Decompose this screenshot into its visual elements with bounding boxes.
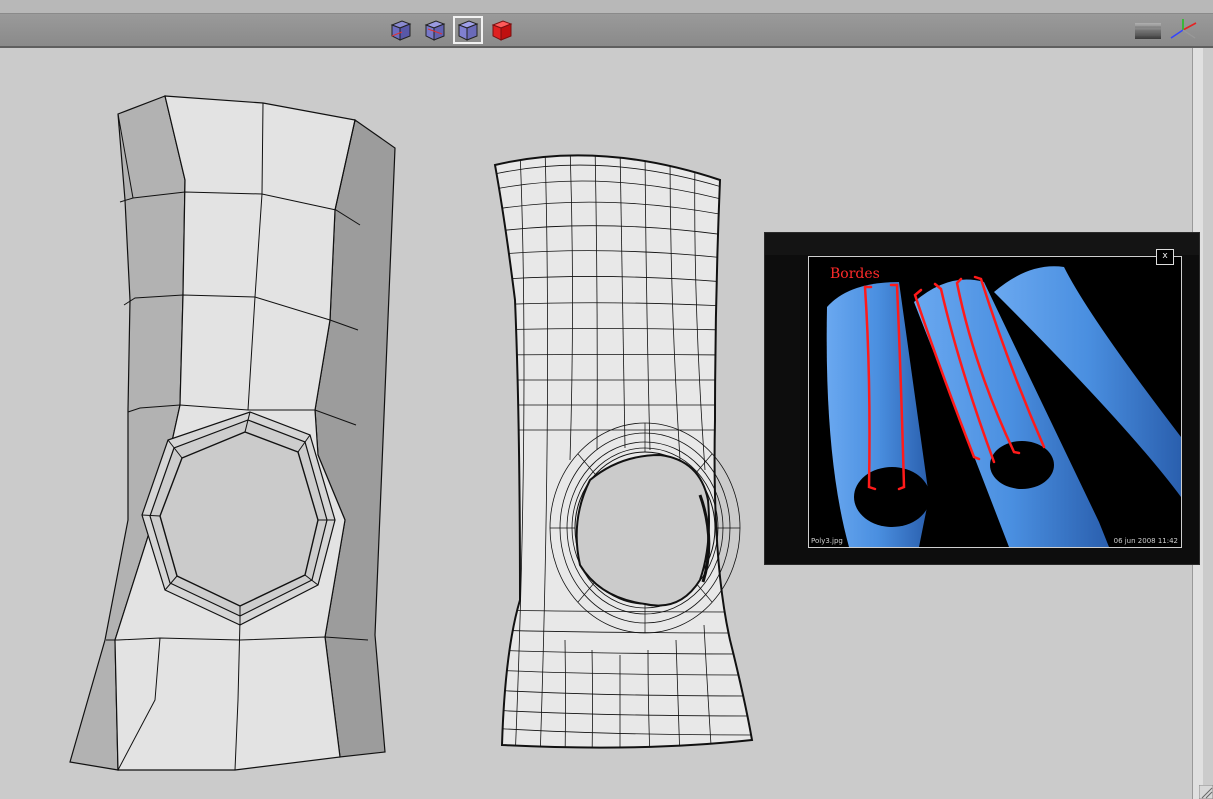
resize-grip-icon[interactable] — [1199, 785, 1213, 799]
axis-gizmo-icon — [1170, 19, 1197, 39]
wireframe-cube-icon — [390, 20, 412, 41]
annotation-label: Bordes — [830, 266, 880, 282]
reference-image-panel[interactable]: Bordes Poly3.jpg 06 jun 2008 11:42 x — [764, 232, 1200, 565]
gradient-background-button[interactable] — [1134, 18, 1162, 42]
viewport-toolbar — [0, 14, 1213, 48]
view-mode-smooth-shaded-button[interactable] — [453, 16, 483, 44]
tubes-photo — [826, 266, 1181, 547]
view-mode-textured-button[interactable] — [488, 17, 516, 43]
gradient-background-icon — [1135, 23, 1161, 39]
window-top-strip — [0, 0, 1213, 14]
subdivided-mesh — [493, 154, 754, 749]
view-mode-wireframe-button[interactable] — [387, 17, 415, 43]
textured-cube-icon — [491, 20, 513, 41]
shaded-wireframe-cube-icon — [424, 20, 446, 41]
view-mode-shaded-wireframe-button[interactable] — [421, 17, 449, 43]
low-poly-mesh — [69, 95, 396, 771]
reference-file-name: Poly3.jpg — [811, 537, 843, 545]
reference-timestamp: 06 jun 2008 11:42 — [1113, 537, 1178, 545]
axis-gizmo-button[interactable] — [1168, 18, 1197, 42]
reference-panel-header — [765, 233, 1199, 255]
smooth-shaded-cube-icon — [457, 20, 479, 41]
close-reference-button[interactable]: x — [1156, 249, 1174, 265]
reference-image: Bordes Poly3.jpg 06 jun 2008 11:42 — [808, 256, 1182, 548]
